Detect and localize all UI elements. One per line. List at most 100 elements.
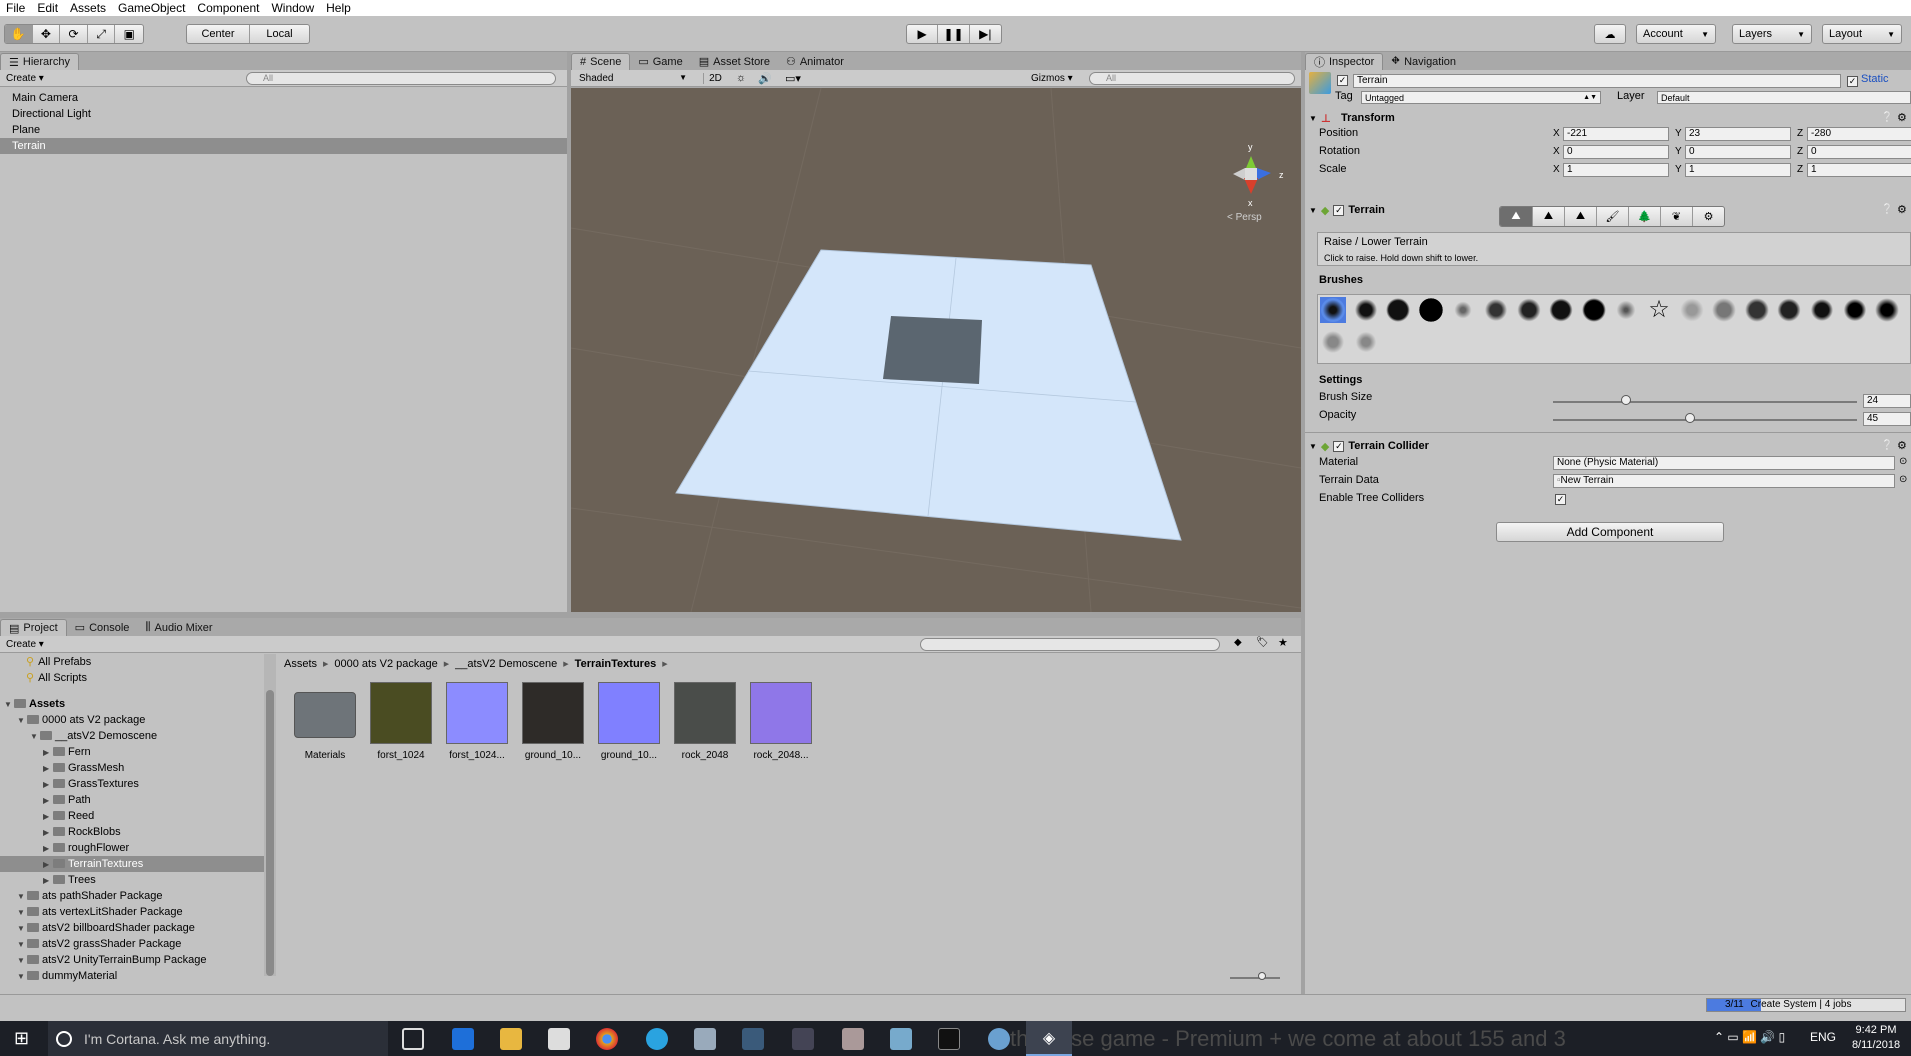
project-folder-item[interactable]: ▼ dummyMaterial: [0, 968, 264, 984]
foldout-icon[interactable]: ▶: [43, 857, 53, 873]
tray-icons[interactable]: ⌃ ▭ 📶 🔊 ▯: [1714, 1030, 1785, 1044]
breadcrumb-item[interactable]: TerrainTextures: [575, 658, 657, 670]
foldout-icon[interactable]: ▶: [43, 777, 53, 793]
gear-icon[interactable]: ⚙: [1897, 111, 1907, 124]
unity-taskbar-button[interactable]: ◈: [1026, 1021, 1072, 1056]
asset-item[interactable]: forst_1024: [366, 682, 436, 761]
foldout-icon[interactable]: ▼: [17, 953, 27, 969]
project-folder-item[interactable]: ▶ Reed: [0, 808, 264, 824]
brush-swatch[interactable]: [1679, 297, 1705, 323]
icon-size-thumb[interactable]: [1258, 972, 1266, 980]
move-tool-icon[interactable]: ✥: [33, 25, 61, 43]
paint-texture-tool-icon[interactable]: 🖌: [1596, 207, 1628, 226]
scale-y-field[interactable]: 1: [1685, 163, 1791, 177]
opacity-slider[interactable]: [1553, 419, 1857, 421]
menu-help[interactable]: Help: [320, 1, 357, 15]
menu-file[interactable]: File: [0, 1, 31, 15]
hand-tool-icon[interactable]: ✋: [5, 25, 33, 43]
scale-z-field[interactable]: 1: [1807, 163, 1911, 177]
project-folder-item[interactable]: ▶ RockBlobs: [0, 824, 264, 840]
tab-scene[interactable]: # Scene: [571, 53, 631, 70]
hierarchy-item[interactable]: Main Camera: [0, 90, 567, 106]
opacity-thumb[interactable]: [1684, 413, 1695, 423]
step-icon[interactable]: ▶|: [970, 25, 1001, 43]
foldout-icon[interactable]: ▼: [17, 905, 27, 921]
2d-toggle[interactable]: 2D: [703, 72, 727, 84]
tab-project[interactable]: ▤ Project: [0, 619, 67, 636]
scale-x-field[interactable]: 1: [1563, 163, 1669, 177]
project-folder-item[interactable]: ▼ atsV2 grassShader Package: [0, 936, 264, 952]
menu-window[interactable]: Window: [265, 1, 320, 15]
foldout-icon[interactable]: ▶: [43, 825, 53, 841]
rotation-z-field[interactable]: 0: [1807, 145, 1911, 159]
tab-audio-mixer[interactable]: ⫼ Audio Mixer: [137, 619, 220, 636]
brush-swatch[interactable]: [1353, 329, 1379, 355]
scene-search-input[interactable]: All: [1089, 72, 1295, 85]
tree-colliders-checkbox[interactable]: ✓: [1555, 494, 1566, 505]
filter-label-icon[interactable]: 🏷: [1256, 637, 1269, 648]
steam-icon[interactable]: [742, 1028, 764, 1050]
brush-swatch[interactable]: [1418, 297, 1444, 323]
foldout-icon[interactable]: ▼: [17, 937, 27, 953]
breadcrumb-item[interactable]: __atsV2 Demoscene: [455, 658, 557, 670]
foldout-icon[interactable]: ▶: [43, 873, 53, 889]
collider-enabled-checkbox[interactable]: ✓: [1333, 440, 1345, 452]
globe-icon[interactable]: [988, 1028, 1010, 1050]
brush-swatch[interactable]: [1320, 329, 1346, 355]
foldout-icon[interactable]: ▶: [43, 761, 53, 777]
foldout-icon[interactable]: ▶: [43, 809, 53, 825]
brush-swatch[interactable]: [1842, 297, 1868, 323]
skype-icon[interactable]: [646, 1028, 668, 1050]
tab-hierarchy[interactable]: ☰ Hierarchy: [0, 53, 79, 70]
terrain-settings-tool-icon[interactable]: ⚙: [1692, 207, 1724, 226]
smooth-height-tool-icon[interactable]: ⛰: [1564, 207, 1596, 226]
menu-edit[interactable]: Edit: [31, 1, 64, 15]
favorite-item[interactable]: ⚲ All Scripts: [26, 670, 87, 686]
gear-icon[interactable]: ⚙: [1897, 439, 1907, 452]
account-dropdown[interactable]: Account ▼: [1636, 24, 1716, 44]
position-y-field[interactable]: 23: [1685, 127, 1791, 141]
asset-item[interactable]: Materials: [290, 682, 360, 761]
project-folder-item[interactable]: ▼ atsV2 UnityTerrainBump Package: [0, 952, 264, 968]
foldout-icon[interactable]: ▼: [17, 969, 27, 985]
project-folder-item[interactable]: ▶ Path: [0, 792, 264, 808]
help-icon[interactable]: ❔: [1881, 440, 1893, 451]
notes-icon[interactable]: [890, 1028, 912, 1050]
brush-swatch[interactable]: [1809, 297, 1835, 323]
clock[interactable]: 9:42 PM 8/11/2018: [1846, 1023, 1906, 1053]
menu-gameobject[interactable]: GameObject: [112, 1, 191, 15]
place-trees-tool-icon[interactable]: 🌲: [1628, 207, 1660, 226]
project-folder-item[interactable]: ▶ Fern: [0, 744, 264, 760]
project-folder-item[interactable]: ▼ 0000 ats V2 package: [0, 712, 264, 728]
asset-item[interactable]: ground_10...: [518, 682, 588, 761]
terminal-icon[interactable]: [938, 1028, 960, 1050]
paint-details-tool-icon[interactable]: ❦: [1660, 207, 1692, 226]
tag-dropdown[interactable]: Untagged ▲▼: [1361, 91, 1601, 104]
sun-icon[interactable]: ☼: [731, 72, 751, 84]
favorite-star-icon[interactable]: ★: [1278, 636, 1288, 649]
brush-size-field[interactable]: 24: [1863, 394, 1911, 408]
rect-tool-icon[interactable]: ▣: [115, 25, 143, 43]
store-icon[interactable]: [548, 1028, 570, 1050]
project-folder-item[interactable]: ▼ ats pathShader Package: [0, 888, 264, 904]
layers-dropdown[interactable]: Layers ▼: [1732, 24, 1812, 44]
project-search-input[interactable]: [920, 638, 1220, 651]
cortana-search[interactable]: I'm Cortana. Ask me anything.: [48, 1021, 388, 1056]
add-component-button[interactable]: Add Component: [1496, 522, 1724, 542]
layer-dropdown[interactable]: Default: [1657, 91, 1911, 104]
tab-console[interactable]: ▭ Console: [67, 619, 138, 636]
brush-size-slider[interactable]: [1553, 401, 1857, 403]
foldout-icon[interactable]: ▶: [43, 793, 53, 809]
rotation-x-field[interactable]: 0: [1563, 145, 1669, 159]
layout-dropdown[interactable]: Layout ▼: [1822, 24, 1902, 44]
material-field[interactable]: None (Physic Material): [1553, 456, 1895, 470]
hierarchy-search-input[interactable]: All: [246, 72, 556, 85]
asset-item[interactable]: rock_2048: [670, 682, 740, 761]
position-z-field[interactable]: -280: [1807, 127, 1911, 141]
help-icon[interactable]: ❔: [1881, 112, 1893, 123]
scale-tool-icon[interactable]: ⤢: [88, 25, 116, 43]
rotation-y-field[interactable]: 0: [1685, 145, 1791, 159]
brush-swatch[interactable]: [1548, 297, 1574, 323]
pivot-local-button[interactable]: Local: [250, 25, 309, 43]
edge-icon[interactable]: [452, 1028, 474, 1050]
